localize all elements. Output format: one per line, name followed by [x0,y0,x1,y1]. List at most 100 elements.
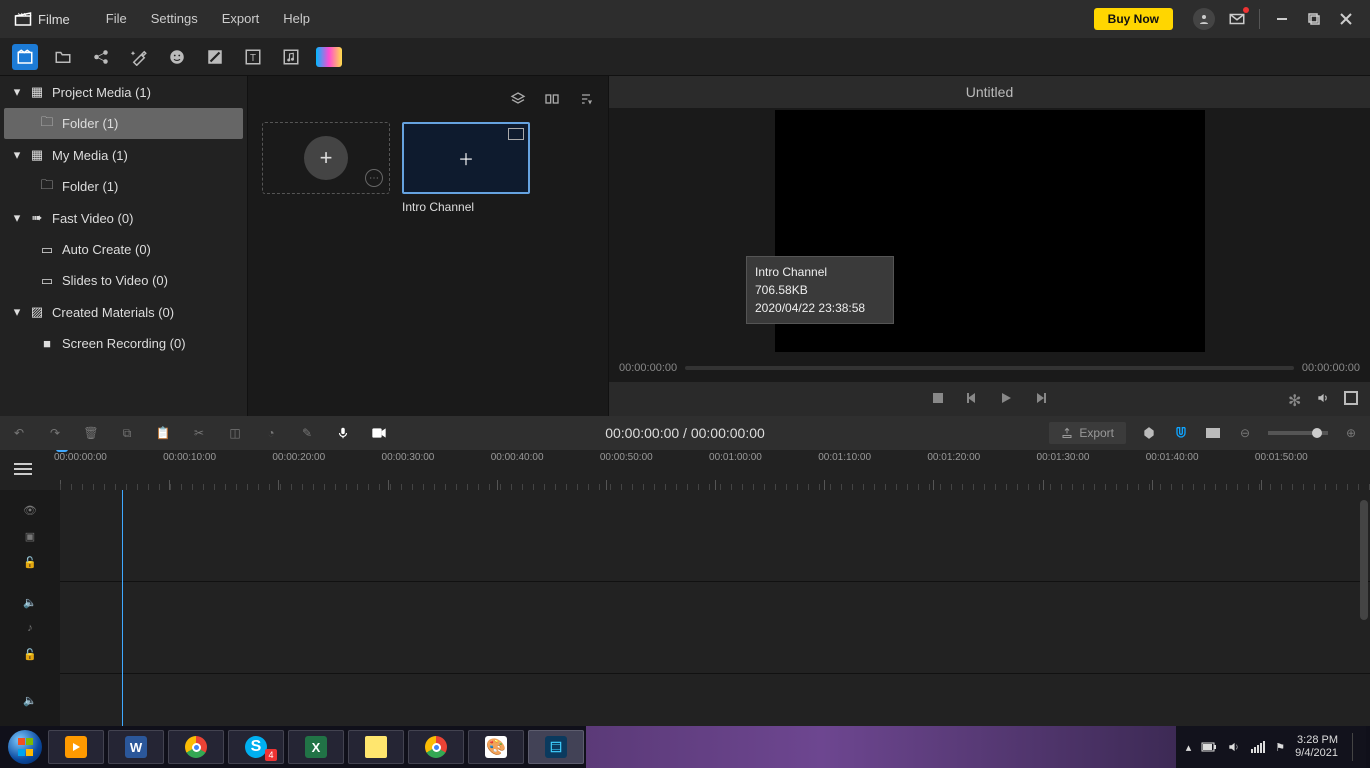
export-button[interactable]: Export [1049,422,1126,444]
ratio-icon[interactable] [1204,424,1222,442]
grid-icon: ▦ [30,148,44,162]
account-icon[interactable] [1193,8,1215,30]
redo-icon[interactable]: ↷ [46,424,64,442]
text-tab-icon[interactable]: T [240,44,266,70]
start-button[interactable] [4,726,46,768]
sidebar[interactable]: ▾ ▦ Project Media (1) 🗀 Folder (1) ▾ ▦ M… [0,76,248,416]
tray-network-icon[interactable] [1251,741,1265,753]
sidebar-group-fast-video[interactable]: ▾ ➠ Fast Video (0) [0,202,247,234]
copy-icon[interactable]: ⧉ [118,424,136,442]
task-filme[interactable] [528,730,584,764]
timeline-scrollbar[interactable] [1360,500,1368,620]
speaker-icon[interactable]: 🔈 [22,692,38,708]
timeline-ruler[interactable]: 00:00:00:00 00:00:10:00 00:00:20:00 00:0… [0,450,1370,490]
task-chrome-2[interactable] [408,730,464,764]
sidebar-group-project-media[interactable]: ▾ ▦ Project Media (1) [0,76,247,108]
clip-thumbnail[interactable]: ＋ [402,122,530,194]
unlock-icon[interactable]: 🔓 [22,646,38,662]
record-icon[interactable] [370,424,388,442]
transition-tab-icon[interactable] [202,44,228,70]
task-media-player[interactable] [48,730,104,764]
effects-tab-icon[interactable] [126,44,152,70]
sidebar-group-created-materials[interactable]: ▾ ▨ Created Materials (0) [0,296,247,328]
color-tab-icon[interactable] [316,44,342,70]
tray-clock[interactable]: 3:28 PM 9/4/2021 [1295,734,1338,760]
sort-icon[interactable] [578,91,594,107]
stop-icon[interactable] [931,391,947,407]
marker-icon[interactable] [1140,424,1158,442]
settings-icon[interactable]: ✻ [1288,391,1304,407]
playhead-handle[interactable] [56,450,68,452]
sidebar-label: Screen Recording (0) [62,336,186,351]
sidebar-item-auto-create[interactable]: ▭ Auto Create (0) [0,234,247,265]
maximize-button[interactable] [1302,7,1326,31]
tray-volume-icon[interactable] [1227,740,1241,754]
media-clip[interactable]: ＋ Intro Channel [402,122,530,214]
prev-frame-icon[interactable] [965,391,981,407]
tray-chevron-up-icon[interactable]: ▴ [1186,741,1192,754]
menu-settings[interactable]: Settings [139,0,210,38]
voiceover-icon[interactable] [334,424,352,442]
minimize-button[interactable] [1270,7,1294,31]
playhead-line[interactable] [122,490,123,726]
seek-bar[interactable] [685,366,1294,370]
zoom-out-icon[interactable]: ⊖ [1236,424,1254,442]
extra-track-header[interactable]: 🔈 [0,674,60,726]
hamburger-icon[interactable] [14,462,32,476]
task-skype[interactable]: S4 [228,730,284,764]
video-track[interactable] [60,490,1370,582]
sidebar-label: Folder (1) [62,116,118,131]
show-desktop-button[interactable] [1352,733,1356,761]
speaker-icon[interactable]: 🔈 [22,594,38,610]
split-icon[interactable]: ✂ [190,424,208,442]
tray-battery-icon[interactable] [1201,742,1217,752]
menu-help[interactable]: Help [271,0,322,38]
track-area[interactable] [60,490,1370,726]
sidebar-group-my-media[interactable]: ▾ ▦ My Media (1) [0,139,247,171]
layers-icon[interactable] [510,91,526,107]
task-excel[interactable]: X [288,730,344,764]
menu-file[interactable]: File [94,0,139,38]
audio-tab-icon[interactable] [278,44,304,70]
sidebar-item-slides-to-video[interactable]: ▭ Slides to Video (0) [0,265,247,296]
crop-icon[interactable]: ◫ [226,424,244,442]
next-frame-icon[interactable] [1033,391,1049,407]
close-button[interactable] [1334,7,1358,31]
add-media-button[interactable]: + ⋯ [262,122,390,194]
buy-now-button[interactable]: Buy Now [1094,8,1173,30]
audio-track[interactable] [60,582,1370,674]
volume-icon[interactable] [1316,391,1332,407]
sticker-tab-icon[interactable] [164,44,190,70]
tray-flag-icon[interactable]: ⚑ [1275,741,1285,754]
zoom-slider[interactable] [1268,431,1328,435]
system-tray[interactable]: ▴ ⚑ 3:28 PM 9/4/2021 [1176,726,1366,768]
undo-icon[interactable]: ↶ [10,424,28,442]
task-word[interactable]: W [108,730,164,764]
thumbnail-view-icon[interactable] [544,91,560,107]
share-tab-icon[interactable] [88,44,114,70]
task-sticky-notes[interactable] [348,730,404,764]
video-track-header[interactable]: 👁 ▣ 🔓 [0,490,60,582]
task-paint[interactable]: 🎨 [468,730,524,764]
speed-icon[interactable]: ◔ [262,424,280,442]
folder-tab-icon[interactable] [50,44,76,70]
mail-icon[interactable] [1227,9,1247,29]
more-options-icon[interactable]: ⋯ [365,169,383,187]
sidebar-item-screen-recording[interactable]: ■ Screen Recording (0) [0,328,247,359]
main-menu: File Settings Export Help [94,0,322,38]
zoom-in-icon[interactable]: ⊕ [1342,424,1360,442]
play-icon[interactable] [999,391,1015,407]
sidebar-item-folder[interactable]: 🗀 Folder (1) [4,108,243,139]
unlock-icon[interactable]: 🔓 [22,554,38,570]
menu-export[interactable]: Export [210,0,272,38]
fullscreen-icon[interactable] [1344,391,1360,407]
task-chrome[interactable] [168,730,224,764]
delete-icon[interactable]: 🗑 [82,424,100,442]
snap-icon[interactable] [1172,424,1190,442]
paste-icon[interactable]: 📋 [154,424,172,442]
sidebar-item-folder-mymedia[interactable]: 🗀 Folder (1) [0,171,247,202]
media-tab-icon[interactable] [12,44,38,70]
eye-icon[interactable]: 👁 [22,502,38,518]
color-icon[interactable]: ✎ [298,424,316,442]
audio-track-header[interactable]: 🔈 ♪ 🔓 [0,582,60,674]
